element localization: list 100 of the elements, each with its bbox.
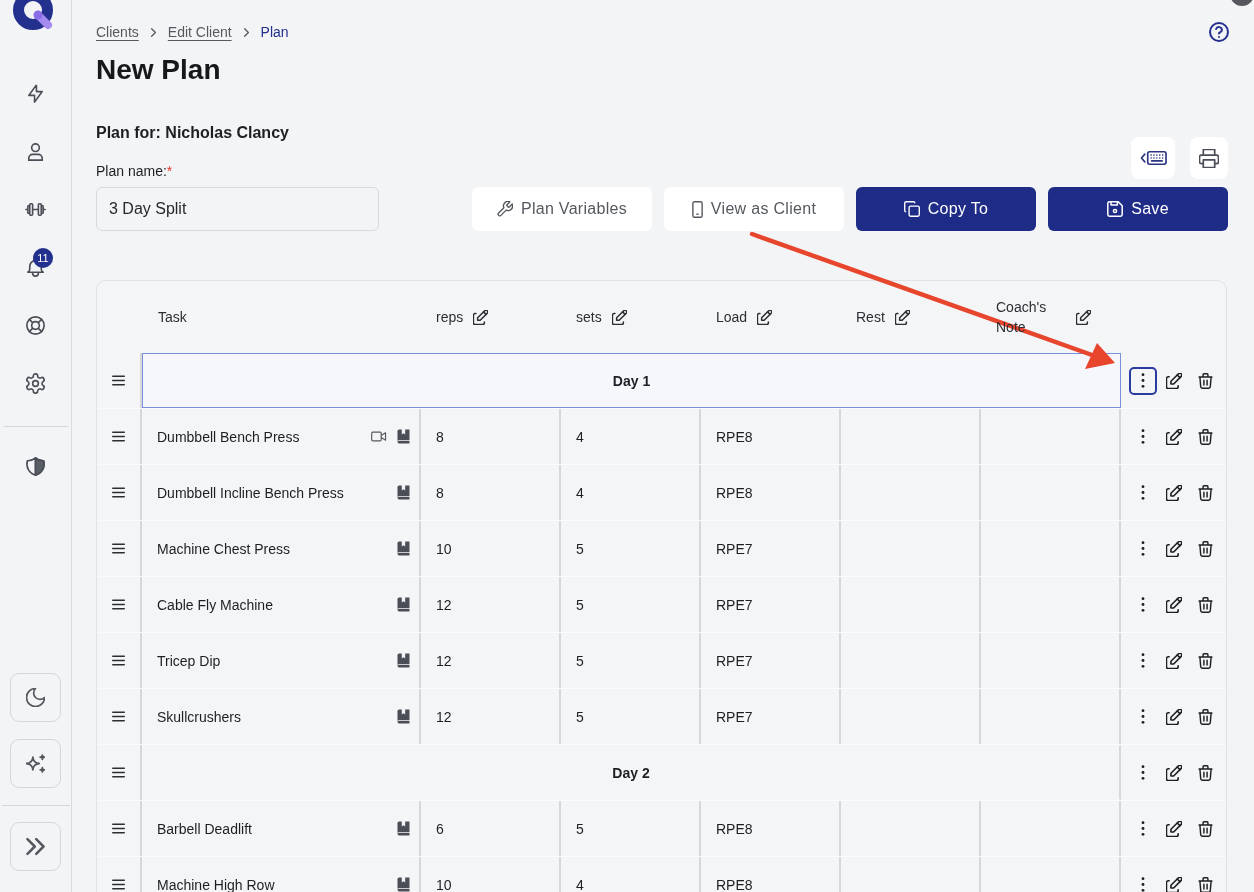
- column-header: Rest: [856, 308, 885, 327]
- edit-icon: [1166, 764, 1182, 781]
- drag-handle-icon[interactable]: [112, 655, 125, 666]
- action-button[interactable]: Copy To: [856, 187, 1036, 231]
- task-name: Machine High Row: [157, 876, 276, 892]
- drag-handle-icon[interactable]: [112, 487, 125, 498]
- drag-handle-icon[interactable]: [112, 375, 125, 386]
- book-icon[interactable]: [397, 541, 410, 556]
- edit-icon: [1166, 372, 1182, 389]
- table-cell: 12: [421, 689, 561, 744]
- drag-handle-icon[interactable]: [112, 767, 125, 778]
- chevron-right-icon: [150, 27, 156, 37]
- action-button[interactable]: Plan Variables: [472, 187, 652, 231]
- moon-icon: [26, 688, 45, 707]
- notification-badge: 11: [33, 248, 53, 268]
- edit-icon: [1166, 484, 1182, 501]
- table-cell: 6: [421, 801, 561, 856]
- task-name: Skullcrushers: [157, 708, 243, 725]
- chevron-right-icon: [243, 27, 249, 37]
- task-cell[interactable]: Dumbbell Bench Press: [142, 409, 421, 464]
- drag-handle-icon[interactable]: [112, 543, 125, 554]
- table-cell: 4: [561, 409, 701, 464]
- table-cell: 5: [561, 633, 701, 688]
- table-cell: RPE8: [701, 409, 841, 464]
- print-button[interactable]: [1190, 137, 1228, 179]
- task-name: Tricep Dip: [157, 652, 222, 669]
- edit-icon: [1166, 596, 1182, 613]
- required-mark: *: [166, 163, 173, 179]
- edit-column-icon[interactable]: [473, 309, 489, 325]
- trash-icon: [1197, 596, 1213, 613]
- day-header-cell[interactable]: Day 1: [142, 353, 1121, 408]
- action-button[interactable]: View as Client: [664, 187, 844, 231]
- floppy-disk-icon: [1107, 201, 1124, 217]
- copy-icon: [903, 201, 920, 217]
- task-name: Machine Chest Press: [157, 540, 292, 557]
- edit-icon: [1166, 428, 1182, 445]
- table-cell: 5: [561, 689, 701, 744]
- table-cell: 12: [421, 577, 561, 632]
- day-header-cell[interactable]: Day 2: [142, 745, 1121, 800]
- edit-column-icon[interactable]: [757, 309, 773, 325]
- drag-handle-icon[interactable]: [112, 599, 125, 610]
- sparkles-button[interactable]: [10, 739, 61, 788]
- breadcrumb-current[interactable]: Plan: [260, 24, 289, 40]
- settings-icon[interactable]: [24, 371, 47, 395]
- book-icon[interactable]: [397, 597, 410, 612]
- edit-icon: [1166, 540, 1182, 557]
- drag-handle-icon[interactable]: [112, 823, 125, 834]
- task-name: Dumbbell Incline Bench Press: [157, 484, 345, 501]
- table-cell: RPE7: [701, 577, 841, 632]
- drag-handle-icon[interactable]: [112, 711, 125, 722]
- column-header: sets: [576, 308, 602, 327]
- task-cell[interactable]: Machine Chest Press: [142, 521, 421, 576]
- book-icon[interactable]: [397, 653, 410, 668]
- video-camera-icon[interactable]: [371, 431, 387, 442]
- sparkles-icon: [26, 754, 45, 773]
- book-icon[interactable]: [397, 821, 410, 836]
- help-icon[interactable]: [1209, 22, 1229, 42]
- edit-icon: [1166, 876, 1182, 892]
- trash-icon: [1197, 764, 1213, 781]
- wrench-icon: [496, 201, 513, 217]
- theme-button[interactable]: [10, 673, 61, 722]
- task-cell[interactable]: Machine High Row: [142, 857, 421, 892]
- task-cell[interactable]: Cable Fly Machine: [142, 577, 421, 632]
- trash-icon: [1197, 708, 1213, 725]
- table-cell: 12: [421, 633, 561, 688]
- more-button[interactable]: [1129, 366, 1157, 395]
- keyboard-shortcuts-button[interactable]: [1131, 137, 1175, 179]
- drag-handle-icon[interactable]: [112, 431, 125, 442]
- expand-button[interactable]: [10, 822, 61, 871]
- task-cell[interactable]: Skullcrushers: [142, 689, 421, 744]
- task-name: Dumbbell Bench Press: [157, 428, 301, 445]
- kebab-icon: [1141, 877, 1145, 892]
- plan-name-label: Plan name:: [96, 163, 167, 179]
- lifebuoy-icon[interactable]: [24, 313, 47, 337]
- trash-icon: [1197, 820, 1213, 837]
- task-cell[interactable]: Barbell Deadlift: [142, 801, 421, 856]
- book-icon[interactable]: [397, 709, 410, 724]
- action-button[interactable]: Save: [1048, 187, 1228, 231]
- drag-handle-icon[interactable]: [112, 879, 125, 890]
- breadcrumb-link[interactable]: Clients: [96, 24, 139, 40]
- edit-column-icon[interactable]: [1076, 309, 1091, 325]
- trash-icon: [1197, 540, 1213, 557]
- table-cell: 10: [421, 521, 561, 576]
- edit-column-icon[interactable]: [611, 309, 627, 325]
- phone-icon: [691, 200, 703, 218]
- column-header: reps: [436, 308, 464, 327]
- book-icon[interactable]: [397, 485, 410, 500]
- task-cell[interactable]: Tricep Dip: [142, 633, 421, 688]
- edit-icon: [1166, 820, 1182, 837]
- trash-icon: [1197, 876, 1213, 892]
- book-icon[interactable]: [397, 429, 410, 444]
- shield-icon[interactable]: [24, 454, 47, 478]
- book-icon[interactable]: [397, 877, 410, 892]
- kebab-icon: [1141, 373, 1145, 388]
- edit-column-icon[interactable]: [894, 309, 910, 325]
- task-cell[interactable]: Dumbbell Incline Bench Press: [142, 465, 421, 520]
- kebab-icon: [1141, 597, 1145, 612]
- table-cell: 5: [561, 577, 701, 632]
- plan-name-input[interactable]: 3 Day Split: [96, 187, 379, 231]
- breadcrumb-link[interactable]: Edit Client: [167, 24, 232, 40]
